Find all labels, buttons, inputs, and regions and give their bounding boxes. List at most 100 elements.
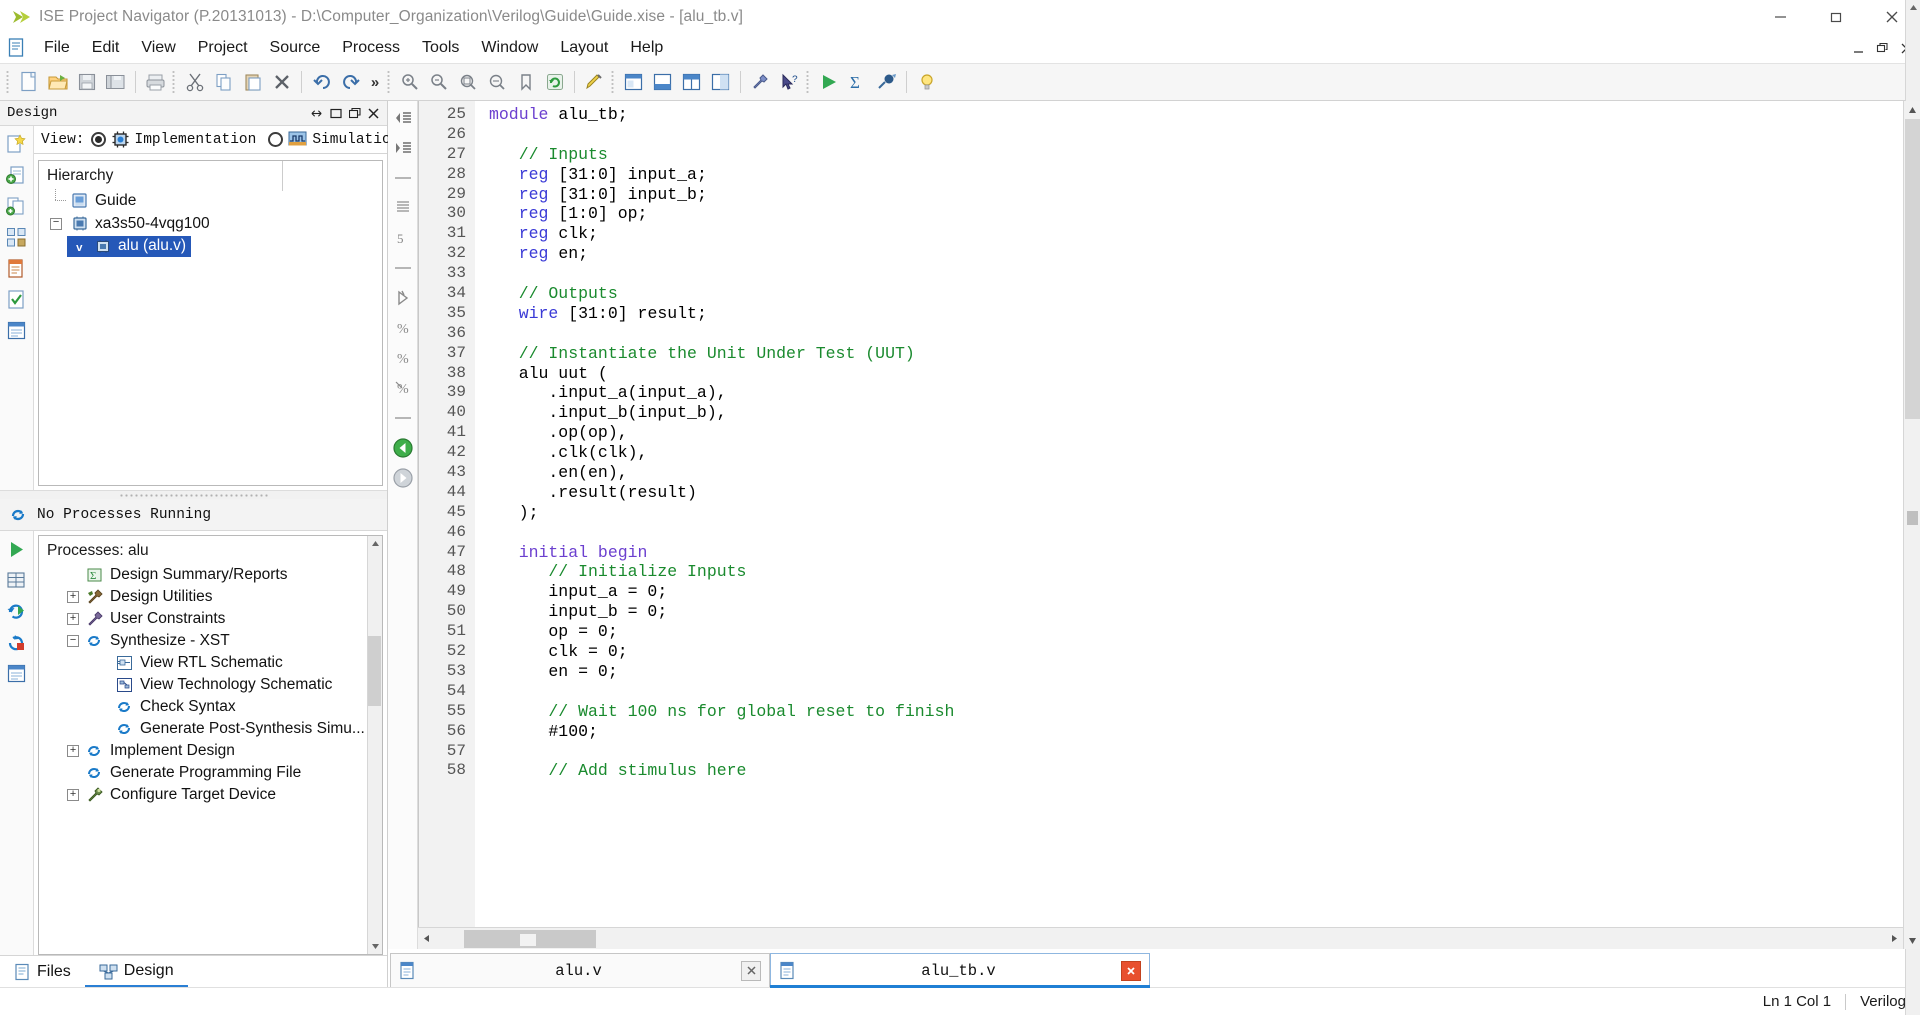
design-panel-icon[interactable] xyxy=(619,67,648,97)
process-item[interactable]: View RTL Schematic xyxy=(43,652,382,674)
processes-scroll-up-arrow[interactable] xyxy=(368,536,383,551)
toolbar-grip-3[interactable] xyxy=(387,70,390,94)
check-source-icon[interactable] xyxy=(5,287,29,311)
file-tab-alu[interactable]: alu.v xyxy=(390,953,770,987)
menu-window[interactable]: Window xyxy=(470,36,549,60)
add-source-icon[interactable] xyxy=(5,163,29,187)
toolbar-grip-2[interactable] xyxy=(172,70,175,94)
maximize-icon[interactable] xyxy=(330,107,342,119)
code-line[interactable]: clk = 0; xyxy=(489,642,1903,662)
process-expander[interactable]: − xyxy=(67,635,79,647)
code-line[interactable]: reg clk; xyxy=(489,224,1903,244)
process-item[interactable]: Generate Post-Synthesis Simu... xyxy=(43,718,382,740)
code-line[interactable]: reg en; xyxy=(489,244,1903,264)
cut-icon[interactable] xyxy=(180,67,209,97)
prev-bookmark-icon[interactable]: % xyxy=(392,347,414,369)
code-line[interactable] xyxy=(489,264,1903,284)
code-line[interactable]: input_a = 0; xyxy=(489,582,1903,602)
process-item[interactable]: View Technology Schematic xyxy=(43,674,382,696)
hscroll-right-arrow[interactable] xyxy=(1885,928,1903,950)
impact-icon[interactable] xyxy=(872,67,901,97)
menu-tools[interactable]: Tools xyxy=(411,36,470,60)
code-line[interactable]: .input_b(input_b), xyxy=(489,403,1903,423)
new-file-icon[interactable] xyxy=(14,67,43,97)
hscroll-track[interactable] xyxy=(436,928,1885,950)
toolbar-overflow-button[interactable]: » xyxy=(365,67,385,97)
process-item[interactable]: Check Syntax xyxy=(43,696,382,718)
stop-process-icon[interactable] xyxy=(5,630,29,654)
tree-item-device[interactable]: − xa3s50-4vqg100 xyxy=(43,212,382,235)
code-line[interactable]: // Inputs xyxy=(489,145,1903,165)
radio-simulation[interactable] xyxy=(268,132,283,147)
menu-view[interactable]: View xyxy=(130,36,186,60)
code-line[interactable]: // Instantiate the Unit Under Test (UUT) xyxy=(489,344,1903,364)
add-bookmark-icon[interactable] xyxy=(392,287,414,309)
forward-navigate-icon[interactable] xyxy=(392,467,414,489)
vscroll-thumb[interactable] xyxy=(1905,119,1920,419)
window-minimize-button[interactable] xyxy=(1752,0,1808,33)
tree-expander-device[interactable]: − xyxy=(50,218,62,230)
back-navigate-icon[interactable] xyxy=(392,437,414,459)
menu-layout[interactable]: Layout xyxy=(549,36,619,60)
copy-icon[interactable] xyxy=(209,67,238,97)
process-item[interactable]: Generate Programming File xyxy=(43,762,382,784)
redo-icon[interactable] xyxy=(336,67,365,97)
dock-icon[interactable] xyxy=(349,107,361,119)
code-line[interactable]: .result(result) xyxy=(489,483,1903,503)
process-item[interactable]: +Design Utilities xyxy=(43,586,382,608)
tree-item-guide[interactable]: Guide xyxy=(43,189,382,212)
menu-help[interactable]: Help xyxy=(619,36,674,60)
code-line[interactable]: .op(op), xyxy=(489,423,1903,443)
tree-item-alu[interactable]: v alu (alu.v) xyxy=(43,235,382,258)
console-panel-icon[interactable] xyxy=(648,67,677,97)
code-line[interactable]: // Add stimulus here xyxy=(489,761,1903,781)
paste-icon[interactable] xyxy=(238,67,267,97)
file-tab-alu-close-button[interactable] xyxy=(741,961,761,981)
close-icon[interactable] xyxy=(368,107,380,119)
code-line[interactable]: initial begin xyxy=(489,543,1903,563)
code-line[interactable]: en = 0; xyxy=(489,662,1903,682)
process-item[interactable]: +User Constraints xyxy=(43,608,382,630)
generate-icon[interactable]: Σ xyxy=(843,67,872,97)
code-line[interactable]: op = 0; xyxy=(489,622,1903,642)
clear-bookmarks-icon[interactable]: % xyxy=(392,377,414,399)
view-option-implementation[interactable]: Implementation xyxy=(91,130,257,149)
processes-vertical-scrollbar[interactable] xyxy=(367,536,382,954)
replace-icon[interactable] xyxy=(482,67,511,97)
window-maximize-button[interactable] xyxy=(1808,0,1864,33)
code-line[interactable]: // Initialize Inputs xyxy=(489,562,1903,582)
warnings-panel-icon[interactable] xyxy=(706,67,735,97)
mdi-restore-button[interactable] xyxy=(1875,41,1890,56)
find-prev-icon[interactable] xyxy=(424,67,453,97)
process-expander[interactable]: + xyxy=(67,591,79,603)
find-icon[interactable] xyxy=(395,67,424,97)
code-line[interactable]: input_b = 0; xyxy=(489,602,1903,622)
process-expander[interactable]: + xyxy=(67,789,79,801)
toolbar-grip-5[interactable] xyxy=(806,70,809,94)
process-item[interactable]: −Synthesize - XST xyxy=(43,630,382,652)
menu-edit[interactable]: Edit xyxy=(81,36,131,60)
toolbar-grip[interactable] xyxy=(6,70,9,94)
vscroll-up-arrow[interactable] xyxy=(1904,101,1920,118)
bookmark-icon[interactable] xyxy=(511,67,540,97)
scroll-up-arrow[interactable] xyxy=(1906,0,1920,15)
process-expander[interactable]: + xyxy=(67,745,79,757)
process-item[interactable]: +Configure Target Device xyxy=(43,784,382,806)
menu-project[interactable]: Project xyxy=(187,36,259,60)
hscroll-thumb[interactable] xyxy=(464,930,596,948)
code-line[interactable] xyxy=(489,324,1903,344)
save-all-icon[interactable] xyxy=(101,67,130,97)
indent-block-icon[interactable] xyxy=(392,197,414,219)
settings-icon[interactable] xyxy=(746,67,775,97)
vscroll-down-arrow[interactable] xyxy=(1904,932,1920,949)
float-icon[interactable] xyxy=(311,107,323,119)
manual-compile-icon[interactable] xyxy=(5,256,29,280)
expand-all-icon[interactable] xyxy=(392,137,414,159)
code-line[interactable]: // Outputs xyxy=(489,284,1903,304)
process-item[interactable]: ΣDesign Summary/Reports xyxy=(43,564,382,586)
open-project-icon[interactable] xyxy=(43,67,72,97)
collapse-all-icon[interactable] xyxy=(392,107,414,129)
next-bookmark-icon[interactable]: % xyxy=(392,317,414,339)
menu-file[interactable]: File xyxy=(33,36,81,60)
code-line[interactable]: alu uut ( xyxy=(489,364,1903,384)
